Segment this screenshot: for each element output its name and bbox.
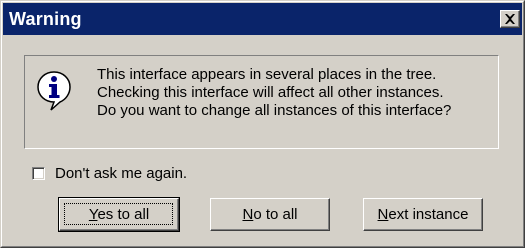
- message-line-2: Checking this interface will affect all …: [97, 84, 444, 101]
- message-line-3: Do you want to change all instances of t…: [97, 102, 452, 119]
- mnemonic-n: N: [377, 206, 389, 223]
- next-instance-label: Next instance: [378, 206, 469, 223]
- no-to-all-label: No to all: [242, 206, 297, 223]
- yes-to-all-button[interactable]: Yes to all: [58, 197, 180, 232]
- close-icon: [505, 14, 515, 24]
- dont-ask-again-label[interactable]: Don't ask me again.: [55, 165, 187, 182]
- dialog-title: Warning: [9, 9, 82, 29]
- dont-ask-again-checkbox[interactable]: [32, 166, 45, 180]
- dont-ask-again-option[interactable]: Don't ask me again.: [32, 163, 187, 183]
- mnemonic-n: N: [242, 206, 254, 223]
- message-text: This interface appears in several places…: [97, 66, 451, 120]
- close-button[interactable]: [500, 10, 520, 28]
- information-icon: [37, 71, 71, 111]
- title-bar[interactable]: Warning: [3, 3, 522, 35]
- next-instance-label-rest: ext instance: [388, 206, 469, 223]
- message-line-1: This interface appears in several places…: [97, 66, 437, 83]
- focus-indicator: [64, 203, 173, 225]
- no-to-all-button[interactable]: No to all: [210, 198, 330, 231]
- next-instance-button[interactable]: Next instance: [363, 198, 483, 231]
- no-to-all-label-rest: o to all: [253, 206, 298, 223]
- warning-dialog: Warning This interface appears in severa…: [0, 0, 525, 248]
